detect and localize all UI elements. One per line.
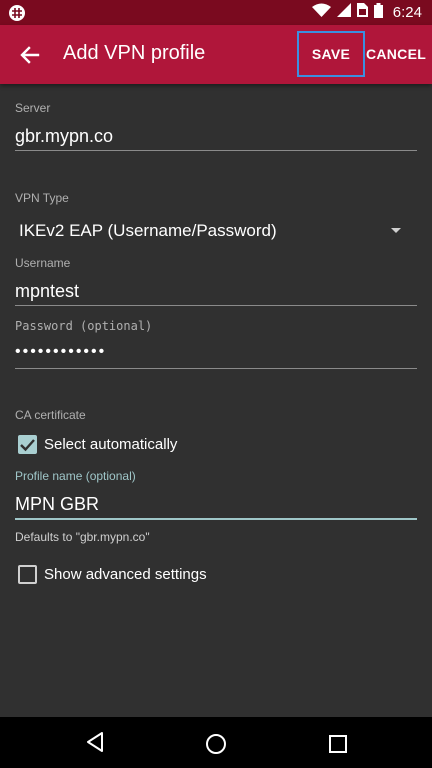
username-underline	[15, 305, 417, 306]
ca-certificate-label: CA certificate	[15, 408, 86, 422]
server-underline	[15, 150, 417, 151]
wifi-icon	[311, 3, 331, 22]
status-bar: 6:24	[0, 0, 432, 25]
profile-name-helper: Defaults to "gbr.mypn.co"	[15, 530, 150, 544]
app-bar: Add VPN profile SAVE CANCEL	[0, 25, 432, 84]
show-advanced-checkbox[interactable]	[18, 565, 37, 584]
profile-name-label: Profile name (optional)	[15, 469, 136, 483]
password-underline	[15, 368, 417, 369]
save-button[interactable]: SAVE	[297, 31, 365, 77]
navigation-bar	[0, 717, 432, 768]
password-input[interactable]: ••••••••••••	[15, 343, 106, 361]
home-circle-icon[interactable]	[205, 733, 227, 760]
server-label: Server	[15, 101, 51, 115]
username-input[interactable]: mpntest	[15, 281, 79, 302]
back-triangle-icon[interactable]	[86, 732, 104, 757]
vpn-type-label: VPN Type	[15, 191, 69, 205]
recents-square-icon[interactable]	[329, 735, 347, 758]
back-arrow-icon[interactable]	[16, 41, 44, 69]
app-notification-icon	[9, 5, 25, 21]
password-label: Password (optional)	[15, 319, 153, 333]
username-label: Username	[15, 256, 71, 270]
status-time: 6:24	[392, 4, 422, 21]
profile-name-underline	[15, 518, 417, 520]
battery-icon	[373, 2, 383, 23]
show-advanced-label[interactable]: Show advanced settings	[44, 566, 207, 583]
select-automatically-checkbox[interactable]	[18, 435, 37, 454]
select-automatically-label[interactable]: Select automatically	[44, 436, 177, 453]
profile-name-input[interactable]: MPN GBR	[15, 494, 99, 515]
cancel-button[interactable]: CANCEL	[366, 31, 426, 77]
dropdown-arrow-icon[interactable]	[391, 228, 401, 233]
server-input[interactable]: gbr.mypn.co	[15, 126, 113, 147]
page-title: Add VPN profile	[63, 42, 206, 64]
sim-icon	[356, 3, 368, 22]
cell-signal-icon	[336, 3, 351, 22]
vpn-type-select[interactable]: IKEv2 EAP (Username/Password)	[19, 221, 277, 241]
vpn-profile-form: Server gbr.mypn.co VPN Type IKEv2 EAP (U…	[0, 84, 432, 717]
